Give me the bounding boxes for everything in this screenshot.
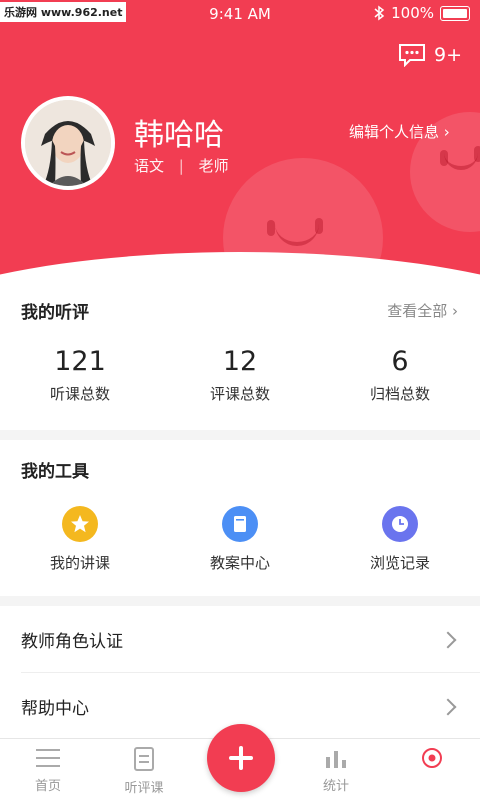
tool-lesson-plans[interactable]: 教案中心 [160, 506, 320, 573]
bluetooth-icon [374, 5, 385, 21]
status-bar: 乐游网 www.962.net 9:41 AM 100% [0, 0, 480, 26]
chevron-right-icon [439, 698, 457, 716]
stat-label: 听课总数 [49, 385, 110, 403]
status-right: 100% [373, 4, 470, 22]
message-count[interactable]: 9+ [434, 44, 462, 66]
tools-card: 我的工具 我的讲课 教案中心 浏览记录 [0, 440, 480, 596]
tab-label: 听评课 [124, 781, 164, 796]
tool-label: 我的讲课 [49, 554, 110, 572]
menu-card: 教师角色认证 帮助中心 [0, 606, 480, 738]
book-icon [222, 506, 258, 542]
stat-lessons-attended[interactable]: 121 听课总数 [0, 346, 160, 404]
evaluation-title: 我的听评 [21, 303, 89, 323]
user-subinfo: 语文 | 老师 [134, 155, 229, 176]
tools-title: 我的工具 [21, 462, 89, 482]
user-subject: 语文 [134, 157, 165, 175]
user-name: 韩哈哈 [134, 118, 224, 153]
stat-archived[interactable]: 6 归档总数 [320, 346, 480, 404]
menu-label: 帮助中心 [21, 699, 89, 719]
stat-value: 6 [391, 346, 409, 377]
view-all-link[interactable]: 查看全部 › [387, 300, 458, 321]
stat-lessons-reviewed[interactable]: 12 评课总数 [160, 346, 320, 404]
menu-item-role-verification[interactable]: 教师角色认证 [0, 606, 480, 672]
tab-statistics[interactable]: 统计 [288, 747, 384, 794]
edit-profile-link[interactable]: 编辑个人信息 › [349, 121, 450, 142]
stat-value: 12 [222, 346, 258, 377]
tab-profile[interactable] [384, 747, 480, 775]
evaluation-card: 我的听评 查看全部 › 121 听课总数 12 评课总数 6 归档总数 [0, 282, 480, 430]
chevron-right-icon [439, 631, 457, 649]
stat-label: 评课总数 [209, 385, 270, 403]
menu-label: 教师角色认证 [21, 632, 123, 652]
battery-icon [440, 5, 470, 21]
tab-home[interactable]: 首页 [0, 747, 96, 794]
tool-label: 浏览记录 [369, 554, 430, 572]
tab-label: 统计 [322, 779, 349, 794]
tool-my-lectures[interactable]: 我的讲课 [0, 506, 160, 573]
star-icon [62, 506, 98, 542]
tool-label: 教案中心 [209, 554, 270, 572]
stat-label: 归档总数 [369, 385, 430, 403]
stat-value: 121 [54, 346, 106, 377]
avatar[interactable] [21, 96, 115, 190]
tab-label: 首页 [34, 779, 61, 794]
bar-chart-icon [326, 751, 346, 768]
message-icon[interactable] [398, 43, 426, 67]
menu-icon [36, 749, 60, 767]
header-curve [0, 252, 480, 282]
document-icon [134, 747, 154, 771]
tool-browse-history[interactable]: 浏览记录 [320, 506, 480, 573]
tab-evaluate[interactable]: 听评课 [96, 747, 192, 796]
battery-percent: 100% [391, 4, 434, 22]
user-role: 老师 [198, 157, 229, 175]
add-button[interactable] [207, 724, 275, 792]
clock-icon [382, 506, 418, 542]
info-separator: | [178, 157, 184, 175]
profile-icon [422, 748, 442, 768]
